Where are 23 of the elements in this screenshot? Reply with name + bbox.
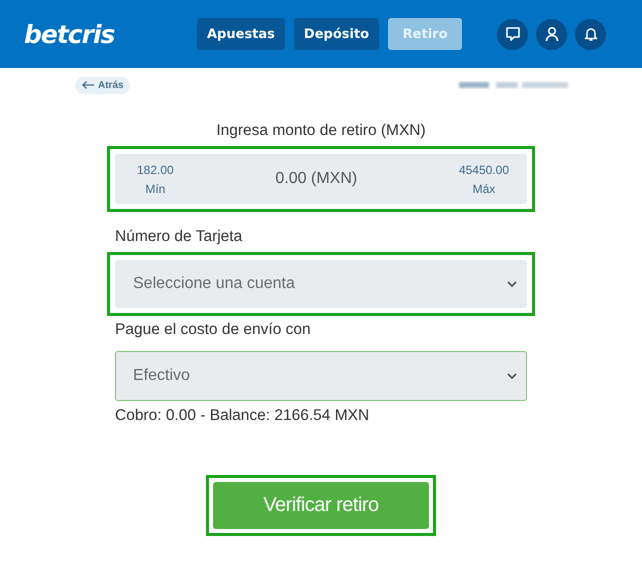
min-label: Mín xyxy=(145,182,166,196)
chevron-down-icon xyxy=(506,280,518,288)
min-amount: 182.00 xyxy=(137,162,174,176)
amount-label: Ingresa monto de retiro (MXN) xyxy=(215,122,427,140)
amount-field[interactable]: 182.00 Mín 0.00 (MXN) 45450.00 Máx xyxy=(115,154,527,204)
logo[interactable]: betcris xyxy=(24,20,174,48)
bell-icon[interactable] xyxy=(575,18,606,50)
shipping-label: Pague el costo de envío con xyxy=(114,321,312,339)
back-link[interactable]: Atrás xyxy=(75,76,130,94)
card-label: Número de Tarjeta xyxy=(114,228,244,246)
max-amount: 45450.00 xyxy=(458,162,509,176)
balance-summary: Cobro: 0.00 - Balance: 2166.54 MXN xyxy=(114,407,370,425)
payment-select[interactable]: Efectivo xyxy=(115,351,527,401)
chat-icon[interactable] xyxy=(497,18,528,50)
account-select[interactable]: Seleccione una cuenta xyxy=(115,260,527,308)
verify-button[interactable]: Verificar retiro xyxy=(213,482,429,529)
arrow-left-icon xyxy=(81,80,95,90)
user-icon[interactable] xyxy=(536,18,567,50)
nav-tab[interactable]: Apuestas xyxy=(197,18,285,50)
max-label: Máx xyxy=(472,182,496,196)
nav-tab[interactable]: Depósito xyxy=(294,18,380,50)
amount-value: 0.00 (MXN) xyxy=(275,170,358,188)
chevron-down-icon xyxy=(506,372,518,380)
